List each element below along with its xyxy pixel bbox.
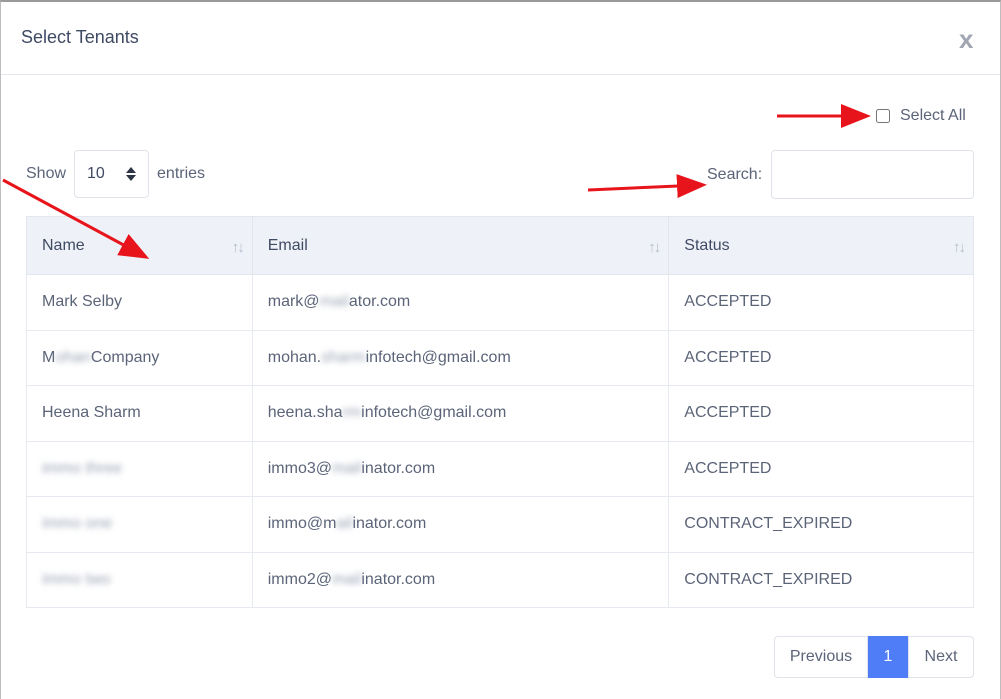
- cell-status: ACCEPTED: [668, 385, 974, 442]
- modal-header: Select Tenants x: [1, 2, 1000, 75]
- cell-name: immo one: [26, 496, 253, 553]
- sort-icon: ↑↓: [648, 239, 661, 256]
- entries-value: 10: [87, 165, 105, 182]
- select-all-checkbox[interactable]: [876, 109, 890, 123]
- sort-icon: ↑↓: [231, 239, 245, 256]
- cell-name: MohanCompany: [26, 329, 253, 386]
- search-area: Search:: [707, 150, 975, 199]
- search-label: Search:: [707, 165, 763, 183]
- arrow-to-search: [587, 174, 707, 199]
- table-row[interactable]: Heena Sharm heena.sharminfotech@gmail.co…: [26, 385, 974, 442]
- cell-status: ACCEPTED: [668, 440, 974, 497]
- tenants-table: Name ↑↓ Email ↑↓ Status ↑↓ Mark Selby mark@…: [26, 216, 974, 608]
- table-row[interactable]: MohanCompany mohan.sharminfotech@gmail.c…: [26, 329, 974, 386]
- show-label: Show: [26, 165, 67, 182]
- table-header-row: Name ↑↓ Email ↑↓ Status ↑↓: [26, 216, 974, 275]
- page-1-button[interactable]: 1: [868, 636, 908, 678]
- cell-status: ACCEPTED: [668, 329, 974, 386]
- entries-label: entries: [157, 165, 206, 182]
- cell-status: CONTRACT_EXPIRED: [668, 496, 974, 553]
- close-icon[interactable]: x: [959, 24, 973, 54]
- cell-status: ACCEPTED: [668, 274, 974, 331]
- column-header-status[interactable]: Status ↑↓: [668, 216, 974, 275]
- sort-updown-icon: [126, 167, 137, 181]
- next-button[interactable]: Next: [908, 636, 974, 678]
- cell-status: CONTRACT_EXPIRED: [668, 551, 974, 608]
- cell-name: Mark Selby: [26, 274, 253, 331]
- cell-email: heena.sharminfotech@gmail.com: [251, 385, 670, 442]
- select-all-label: Select All: [900, 107, 966, 124]
- show-entries: Show 10 entries: [26, 150, 205, 198]
- cell-email: mark@mailator.com: [251, 274, 670, 331]
- table-row[interactable]: immo two immo2@mailinator.com CONTRACT_E…: [26, 551, 974, 608]
- cell-email: mohan.sharminfotech@gmail.com: [251, 329, 670, 386]
- cell-email: immo@mailinator.com: [251, 496, 670, 553]
- column-header-email[interactable]: Email ↑↓: [251, 216, 670, 275]
- previous-button[interactable]: Previous: [774, 636, 868, 678]
- cell-email: immo2@mailinator.com: [251, 551, 670, 608]
- modal-title: Select Tenants: [21, 27, 139, 47]
- sort-icon: ↑↓: [953, 239, 966, 256]
- search-input[interactable]: [771, 150, 975, 199]
- cell-name: immo three: [26, 440, 253, 497]
- table-row[interactable]: immo three immo3@mailinator.com ACCEPTED: [26, 440, 974, 497]
- modal-dialog: Select Tenants x Select All Show 10 entr…: [0, 0, 1001, 699]
- table-row[interactable]: immo one immo@mailinator.com CONTRACT_EX…: [26, 496, 974, 553]
- cell-email: immo3@mailinator.com: [251, 440, 670, 497]
- cell-name: Heena Sharm: [26, 385, 253, 442]
- cell-name: immo two: [26, 551, 253, 608]
- table-row[interactable]: Mark Selby mark@mailator.com ACCEPTED: [26, 274, 974, 331]
- column-header-name[interactable]: Name ↑↓: [26, 216, 253, 275]
- select-all[interactable]: Select All: [876, 107, 966, 125]
- pagination: Previous 1 Next: [774, 636, 974, 678]
- entries-select[interactable]: 10: [74, 150, 150, 198]
